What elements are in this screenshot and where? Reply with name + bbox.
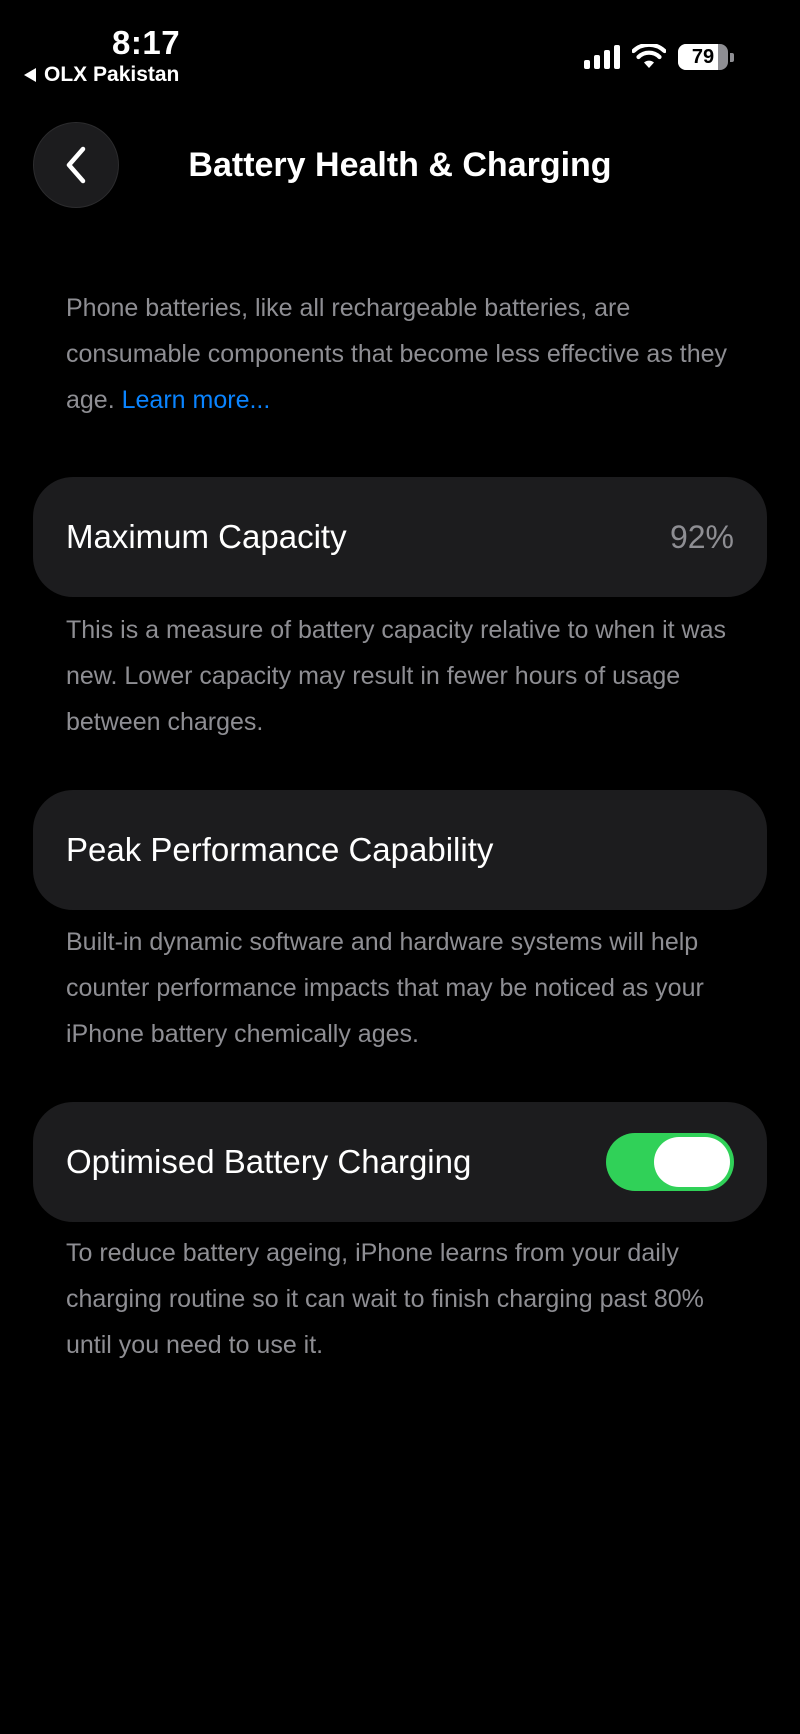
- intro-text-block: Phone batteries, like all rechargeable b…: [66, 285, 746, 423]
- wifi-icon: [632, 44, 666, 68]
- battery-icon: 79: [678, 44, 728, 70]
- optimised-charging-label: Optimised Battery Charging: [66, 1143, 472, 1180]
- cellular-signal-icon: [584, 45, 620, 69]
- battery-indicator: 79: [678, 44, 734, 70]
- optimised-charging-row: Optimised Battery Charging: [33, 1102, 767, 1222]
- battery-level: 79: [691, 45, 715, 68]
- learn-more-link[interactable]: Learn more...: [122, 386, 271, 414]
- status-indicators: 79: [584, 44, 734, 70]
- peak-performance-description: Built-in dynamic software and hardware s…: [66, 928, 704, 1048]
- peak-performance-label: Peak Performance Capability: [66, 831, 494, 868]
- optimised-charging-toggle[interactable]: [606, 1133, 734, 1191]
- battery-cap: [730, 52, 734, 62]
- page-title: Battery Health & Charging: [188, 146, 612, 184]
- maximum-capacity-row: Maximum Capacity 92%: [33, 477, 767, 597]
- back-triangle-icon: [24, 68, 36, 82]
- optimised-charging-description: To reduce battery ageing, iPhone learns …: [66, 1239, 704, 1359]
- toggle-knob: [654, 1137, 730, 1187]
- peak-performance-row: Peak Performance Capability: [33, 790, 767, 910]
- maximum-capacity-value: 92%: [669, 518, 734, 555]
- back-to-app-link[interactable]: OLX Pakistan: [24, 63, 179, 87]
- back-to-app-label: OLX Pakistan: [44, 63, 180, 86]
- maximum-capacity-description: This is a measure of battery capacity re…: [66, 616, 727, 736]
- maximum-capacity-label: Maximum Capacity: [66, 518, 347, 555]
- status-time: 8:17: [112, 24, 181, 61]
